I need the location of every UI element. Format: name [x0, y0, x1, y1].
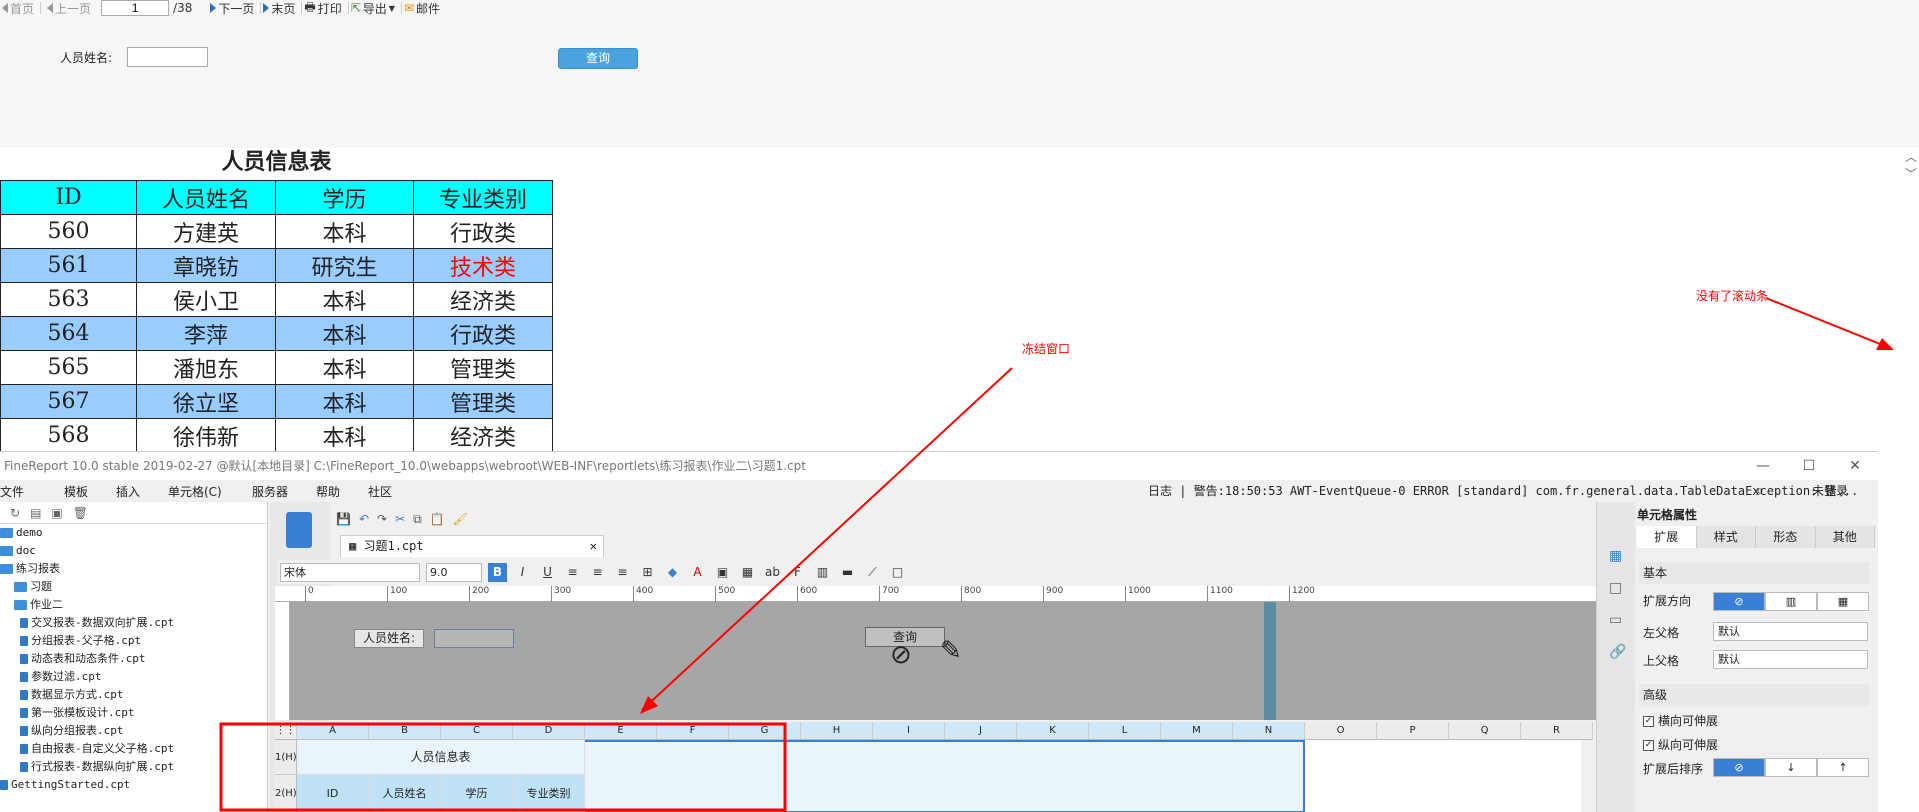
annotation-overlay	[219, 297, 1894, 812]
freeze-highlight-box	[219, 722, 787, 812]
freeze-arrow	[641, 367, 1013, 711]
scrollbar-arrow	[1765, 297, 1891, 349]
